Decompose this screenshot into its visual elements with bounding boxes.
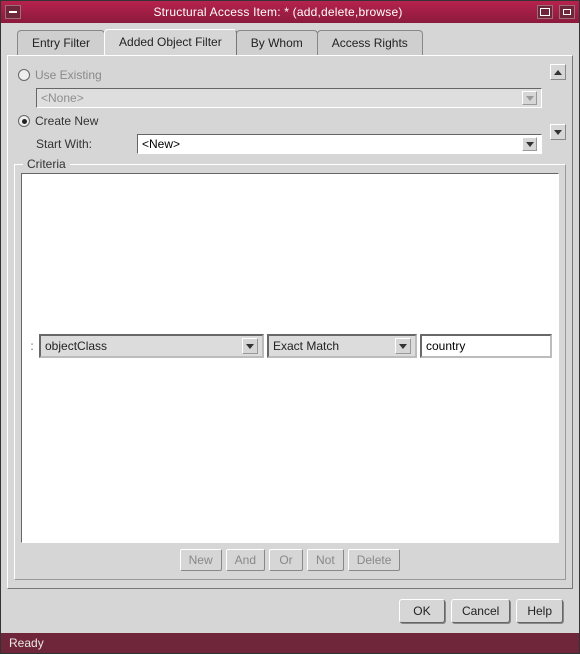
maximize-button[interactable]	[559, 5, 575, 19]
use-existing-dropdown-value: <None>	[41, 91, 84, 105]
criteria-attribute-dropdown[interactable]: objectClass	[39, 334, 264, 358]
filter-source-options: Use Existing <None> Create New Start Wit	[14, 64, 546, 160]
row-handle[interactable]: :	[28, 336, 36, 356]
criteria-new-button[interactable]: New	[180, 549, 222, 571]
minimize-button[interactable]	[537, 5, 553, 19]
chevron-down-icon	[522, 91, 537, 105]
window-title: Structural Access Item: * (add,delete,br…	[25, 5, 531, 19]
use-existing-radio[interactable]	[18, 69, 30, 81]
start-with-row: Start With: <New>	[18, 134, 542, 154]
criteria-value-input[interactable]: country	[420, 334, 552, 358]
start-with-label: Start With:	[36, 137, 131, 151]
help-button[interactable]: Help	[516, 599, 563, 623]
chevron-down-icon	[522, 137, 537, 151]
chevron-down-icon	[242, 338, 258, 354]
create-new-radio[interactable]	[18, 115, 30, 127]
criteria-value-text: country	[426, 339, 465, 353]
start-with-dropdown[interactable]: <New>	[137, 134, 542, 154]
criteria-delete-button[interactable]: Delete	[348, 549, 401, 571]
criteria-button-row: New And Or Not Delete	[21, 543, 559, 573]
criteria-not-button[interactable]: Not	[307, 549, 344, 571]
create-new-label: Create New	[35, 114, 98, 128]
dialog-window: Structural Access Item: * (add,delete,br…	[0, 0, 580, 654]
section-scrollbar	[550, 64, 566, 140]
tab-by-whom[interactable]: By Whom	[236, 30, 318, 56]
client-area: Entry Filter Added Object Filter By Whom…	[1, 23, 579, 633]
criteria-legend: Criteria	[23, 157, 70, 171]
tab-bar: Entry Filter Added Object Filter By Whom…	[17, 29, 573, 55]
create-new-row: Create New	[18, 112, 542, 130]
status-bar: Ready	[1, 633, 579, 653]
tab-panel: Use Existing <None> Create New Start Wit	[7, 55, 573, 589]
tab-added-object-filter[interactable]: Added Object Filter	[104, 29, 237, 55]
chevron-down-icon	[395, 338, 411, 354]
system-menu-button[interactable]	[5, 5, 21, 19]
tab-access-rights[interactable]: Access Rights	[317, 30, 423, 56]
status-text: Ready	[9, 636, 44, 650]
tab-entry-filter[interactable]: Entry Filter	[17, 30, 105, 56]
titlebar: Structural Access Item: * (add,delete,br…	[1, 1, 579, 23]
use-existing-row: Use Existing	[18, 66, 542, 84]
scroll-up-button[interactable]	[550, 64, 566, 80]
criteria-group: Criteria : objectClass Exact Match	[14, 164, 566, 580]
criteria-attribute-value: objectClass	[45, 339, 242, 353]
criteria-and-button[interactable]: And	[226, 549, 265, 571]
criteria-row: : objectClass Exact Match country	[28, 334, 552, 358]
use-existing-dropdown: <None>	[36, 88, 542, 108]
criteria-or-button[interactable]: Or	[269, 549, 303, 571]
criteria-match-value: Exact Match	[273, 339, 395, 353]
scroll-down-button[interactable]	[550, 124, 566, 140]
filter-source-section: Use Existing <None> Create New Start Wit	[14, 64, 566, 160]
cancel-button[interactable]: Cancel	[451, 599, 510, 623]
ok-button[interactable]: OK	[399, 599, 445, 623]
start-with-value: <New>	[142, 137, 180, 151]
criteria-match-dropdown[interactable]: Exact Match	[267, 334, 417, 358]
criteria-body: : objectClass Exact Match country	[21, 173, 559, 543]
use-existing-label: Use Existing	[35, 68, 102, 82]
dialog-button-row: OK Cancel Help	[7, 589, 573, 633]
